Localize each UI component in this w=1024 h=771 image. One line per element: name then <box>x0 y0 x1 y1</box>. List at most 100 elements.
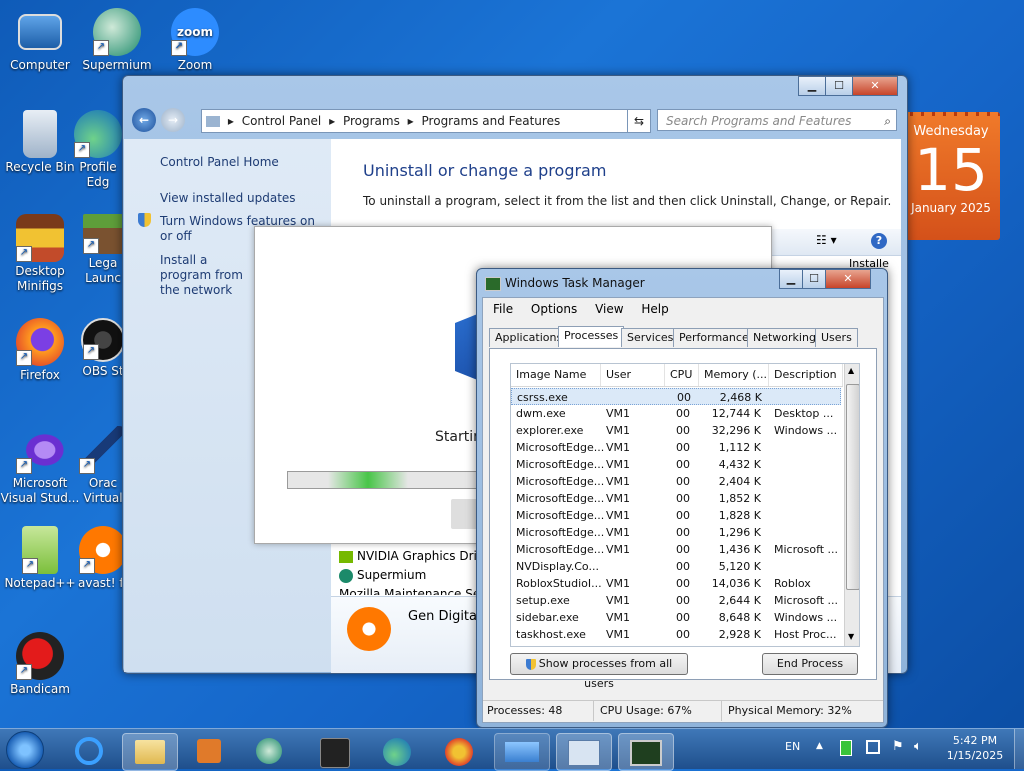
install-from-network-link[interactable]: Install a program from the network <box>160 253 258 298</box>
table-cell-user: VM1 <box>606 577 631 590</box>
table-row[interactable]: MicrosoftEdge... VM1 00 2,404 K <box>511 473 841 490</box>
language-indicator[interactable]: EN <box>785 740 800 753</box>
action-center-flag-icon[interactable]: ⚑ <box>892 739 904 754</box>
view-options-icon[interactable]: ☷ ▾ <box>816 233 837 247</box>
taskbar-edge-button[interactable] <box>370 733 424 769</box>
taskbar-app-button[interactable] <box>308 733 362 769</box>
taskbar-control-panel-button[interactable] <box>556 733 612 771</box>
tab-applications[interactable]: Applications <box>489 328 569 347</box>
breadcrumb-control-panel[interactable]: Control Panel <box>242 110 322 132</box>
menu-file[interactable]: File <box>493 302 513 316</box>
tab-processes[interactable]: Processes <box>558 326 625 347</box>
desktop-icon-desktop-minifigs[interactable]: ↗ Desktop Minifigs <box>0 214 80 294</box>
search-input[interactable]: Search Programs and Features ⌕ <box>657 109 897 131</box>
table-row[interactable]: sidebar.exe VM1 00 8,648 K Windows ... <box>511 609 841 626</box>
desktop-icon-supermium[interactable]: ↗ Supermium <box>77 8 157 73</box>
maximize-button[interactable]: ☐ <box>825 76 853 96</box>
scrollbar-thumb[interactable] <box>846 384 859 590</box>
refresh-button[interactable]: ⇆ <box>627 109 651 133</box>
tray-overflow-icon[interactable]: ▲ <box>816 741 823 751</box>
table-row[interactable]: MicrosoftEdge... VM1 00 1,112 K <box>511 439 841 456</box>
table-row[interactable]: taskhost.exe VM1 00 2,928 K Host Proc... <box>511 626 841 643</box>
show-all-users-button[interactable]: Show processes from all users <box>510 653 688 690</box>
table-cell-mem: 2,468 K <box>719 391 762 404</box>
task-manager-window[interactable]: Windows Task Manager ▁ ☐ ✕ File Options … <box>476 268 888 728</box>
forward-button[interactable]: → <box>161 108 185 132</box>
desktop-icon-notepad-plus[interactable]: ↗ Notepad++ <box>0 526 80 591</box>
minimize-button[interactable]: ▁ <box>779 269 803 289</box>
menu-view[interactable]: View <box>595 302 623 316</box>
shortcut-arrow-icon: ↗ <box>16 246 32 262</box>
minimize-button[interactable]: ▁ <box>798 76 826 96</box>
desktop-icon-legacy-launcher[interactable]: ↗ Lega Launc <box>78 214 128 286</box>
task-manager-body: File Options View Help Applications Proc… <box>482 297 884 723</box>
start-button[interactable] <box>6 731 44 769</box>
taskbar-media-player-button[interactable] <box>182 733 236 769</box>
table-row[interactable]: explorer.exe VM1 00 32,296 K Windows ... <box>511 422 841 439</box>
table-cell-user: VM1 <box>606 475 631 488</box>
desktop-icon-virtualbox[interactable]: ↗ Orac Virtual <box>78 426 128 506</box>
volume-icon[interactable]: 🔈︎ <box>914 739 922 754</box>
status-cpu-usage: CPU Usage: 67% <box>593 701 692 721</box>
table-row[interactable]: RobloxStudioI... VM1 00 14,036 K Roblox <box>511 575 841 592</box>
table-row[interactable]: MicrosoftEdge... VM1 00 1,436 K Microsoft ..… <box>511 541 841 558</box>
desktop-icon-edge-profile[interactable]: ↗ Profile Edg <box>68 110 128 190</box>
taskbar-task-manager-button[interactable] <box>618 733 674 771</box>
taskbar-ie-button[interactable] <box>62 733 116 769</box>
desktop-icon-visual-studio[interactable]: ↗ Microsoft Visual Stud... <box>0 426 80 506</box>
table-row[interactable]: NVDisplay.Co... 00 5,120 K <box>511 558 841 575</box>
tab-performance[interactable]: Performance <box>673 328 755 347</box>
close-button[interactable]: ✕ <box>852 76 898 96</box>
show-all-users-label: Show processes from all users <box>538 657 673 690</box>
column-header-image-name[interactable]: Image Name <box>511 364 601 386</box>
column-header-cpu[interactable]: CPU <box>665 364 699 386</box>
menu-help[interactable]: Help <box>641 302 668 316</box>
desktop-icon-zoom[interactable]: zoom ↗ Zoom <box>155 8 235 73</box>
column-header-memory[interactable]: Memory (... <box>699 364 769 386</box>
show-desktop-button[interactable] <box>1014 729 1024 769</box>
table-row[interactable]: csrss.exe 00 2,468 K <box>511 388 841 405</box>
list-item[interactable]: Supermium <box>339 568 426 583</box>
desktop-icon-obs[interactable]: ↗ OBS St <box>78 318 128 379</box>
page-description: To uninstall a program, select it from t… <box>363 194 892 208</box>
taskbar-explorer-button[interactable] <box>122 733 178 771</box>
scroll-up-icon[interactable]: ▲ <box>848 366 854 375</box>
address-bar[interactable]: ▸ Control Panel ▸ Programs ▸ Programs an… <box>201 109 651 133</box>
maximize-button[interactable]: ☐ <box>802 269 826 289</box>
menu-options[interactable]: Options <box>531 302 577 316</box>
desktop-icon-bandicam[interactable]: ↗ Bandicam <box>0 632 80 697</box>
desktop-icon-avast[interactable]: ↗ avast! fr <box>78 526 128 591</box>
table-row[interactable]: dwm.exe VM1 00 12,744 K Desktop ... <box>511 405 841 422</box>
internet-explorer-icon <box>75 737 103 765</box>
network-icon[interactable] <box>866 740 880 754</box>
table-row[interactable]: MicrosoftEdge... VM1 00 1,828 K <box>511 507 841 524</box>
table-row[interactable]: MicrosoftEdge... VM1 00 1,296 K <box>511 524 841 541</box>
tab-networking[interactable]: Networking <box>747 328 822 347</box>
tab-users[interactable]: Users <box>815 328 858 347</box>
vertical-scrollbar[interactable]: ▲ ▼ <box>844 364 859 646</box>
tab-services[interactable]: Services <box>621 328 680 347</box>
help-icon[interactable]: ? <box>871 233 887 249</box>
table-row[interactable]: MicrosoftEdge... VM1 00 4,432 K <box>511 456 841 473</box>
table-row[interactable]: setup.exe VM1 00 2,644 K Microsoft ... <box>511 592 841 609</box>
tray-app-icon[interactable] <box>840 740 852 756</box>
end-process-button[interactable]: End Process <box>762 653 858 675</box>
breadcrumb-programs[interactable]: Programs <box>343 110 400 132</box>
taskbar-supermium-button[interactable] <box>242 733 296 769</box>
scroll-down-icon[interactable]: ▼ <box>848 632 854 641</box>
column-header-description[interactable]: Description <box>769 364 843 386</box>
table-row[interactable]: MicrosoftEdge... VM1 00 1,852 K <box>511 490 841 507</box>
breadcrumb-programs-and-features[interactable]: Programs and Features <box>422 110 561 132</box>
taskbar-vpn-button[interactable] <box>432 733 486 769</box>
clock[interactable]: 5:42 PM 1/15/2025 <box>940 733 1010 763</box>
column-header-user-name[interactable]: User Name <box>601 364 665 403</box>
list-item[interactable]: NVIDIA Graphics Driver <box>339 549 496 563</box>
control-panel-home-link[interactable]: Control Panel Home <box>160 155 279 170</box>
desktop-icon-firefox[interactable]: ↗ Firefox <box>0 318 80 383</box>
calendar-gadget[interactable]: Wednesday 15 January 2025 <box>902 112 1000 240</box>
view-installed-updates-link[interactable]: View installed updates <box>160 191 296 206</box>
taskbar-window-button[interactable] <box>494 733 550 771</box>
close-button[interactable]: ✕ <box>825 269 871 289</box>
back-button[interactable]: ← <box>132 108 156 132</box>
desktop-icon-computer[interactable]: Computer <box>0 8 80 73</box>
